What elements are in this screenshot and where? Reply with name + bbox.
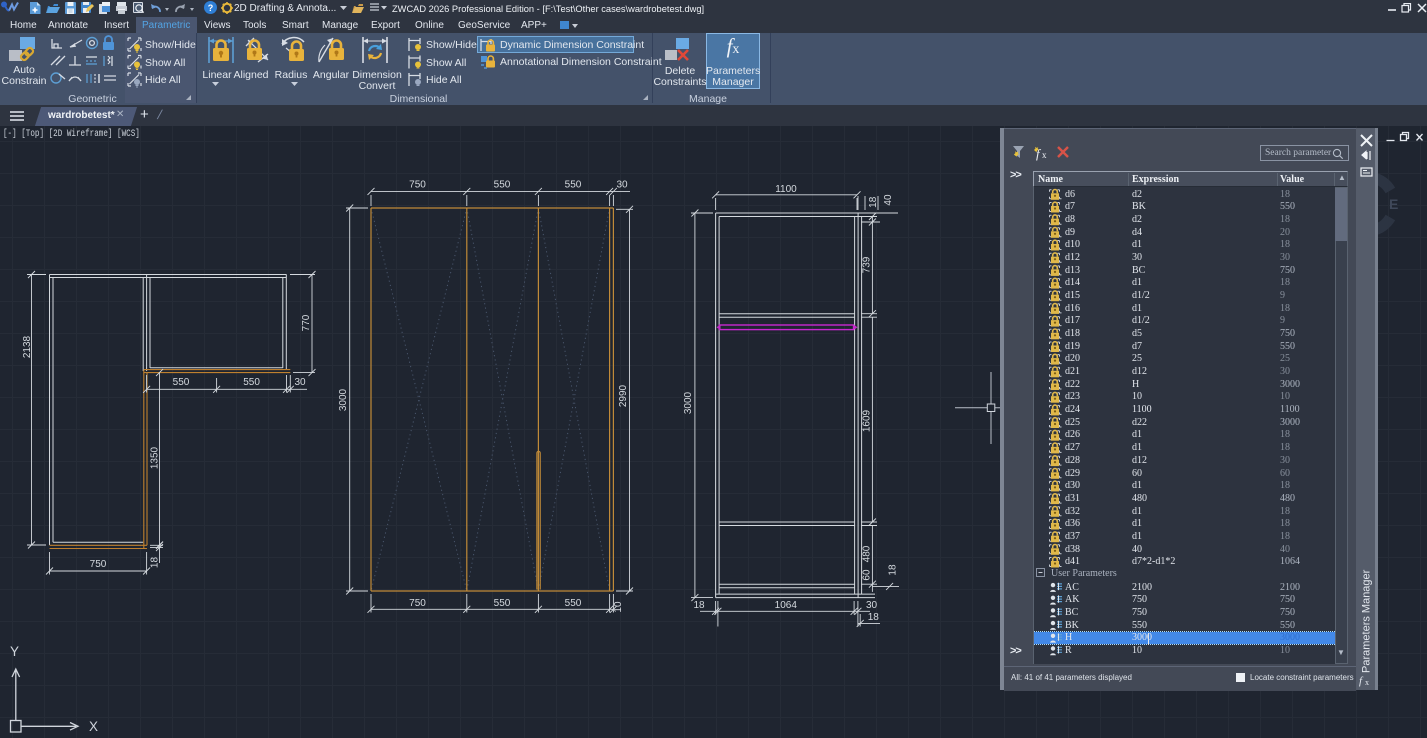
svg-text:550: 550 [173,377,190,388]
svg-text:3000: 3000 [683,391,694,414]
svg-text:18: 18 [693,600,705,611]
svg-text:60: 60 [862,569,873,581]
svg-text:18: 18 [868,612,880,623]
svg-text:750: 750 [409,180,426,191]
svg-text:f: f [1359,675,1364,687]
svg-text:Parameters Manager: Parameters Manager [1361,569,1373,673]
svg-text:10: 10 [613,601,624,613]
svg-text:3000: 3000 [338,388,349,411]
svg-text:739: 739 [862,256,873,273]
svg-text:40: 40 [883,194,894,206]
svg-text:1350: 1350 [150,446,161,469]
svg-text:30: 30 [616,180,628,191]
svg-text:E: E [1389,196,1398,212]
svg-text:550: 550 [494,180,511,191]
svg-text:550: 550 [565,180,582,191]
svg-text:18: 18 [868,196,879,208]
svg-text:1064: 1064 [775,600,798,611]
svg-text:x: x [1365,678,1369,687]
svg-text:480: 480 [862,545,873,562]
svg-text:750: 750 [90,559,107,570]
svg-text:?: ? [208,3,214,13]
svg-text:2990: 2990 [618,384,629,407]
svg-text:550: 550 [565,598,582,609]
svg-text:1609: 1609 [862,409,873,432]
svg-text:770: 770 [301,314,312,331]
svg-text:1100: 1100 [775,184,797,195]
svg-text:30: 30 [294,377,306,388]
svg-text:550: 550 [494,598,511,609]
svg-text:Y: Y [10,644,19,659]
svg-text:30: 30 [866,600,878,611]
svg-text:550: 550 [243,377,260,388]
svg-text:2138: 2138 [22,335,33,358]
svg-text:18: 18 [150,557,161,569]
svg-text:750: 750 [409,598,426,609]
svg-text:X: X [89,719,98,734]
svg-text:x: x [1042,150,1047,160]
svg-text:18: 18 [888,564,899,576]
